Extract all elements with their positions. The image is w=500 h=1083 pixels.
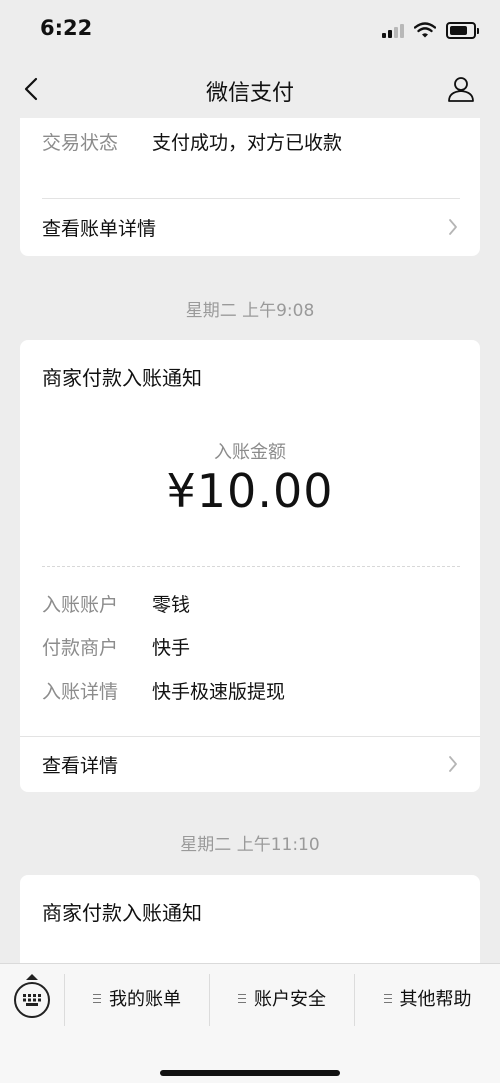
detail-row: 付款商户 快手: [42, 633, 190, 660]
battery-icon: [446, 21, 479, 39]
bottom-menu-bar: 我的账单 账户安全 其他帮助: [0, 963, 500, 1083]
status-time: 6:22: [40, 16, 93, 40]
menu-label: 我的账单: [109, 989, 181, 1010]
person-icon: [448, 77, 474, 102]
menu-other-help[interactable]: 其他帮助: [355, 964, 500, 1032]
signal-icon: [382, 22, 404, 38]
transaction-status-label: 交易状态: [42, 132, 119, 154]
divider: [42, 198, 460, 199]
menu-list-icon: [383, 993, 392, 1003]
menu-my-bills[interactable]: 我的账单: [65, 964, 209, 1032]
status-bar: 6:22: [0, 0, 500, 60]
page-title: 微信支付: [205, 81, 294, 106]
detail-label: 付款商户: [42, 637, 119, 659]
wifi-icon: [414, 22, 436, 38]
menu-account-security[interactable]: 账户安全: [210, 964, 354, 1032]
detail-row: 入账账户 零钱: [42, 590, 190, 617]
menu-label: 其他帮助: [399, 989, 472, 1010]
detail-label: 入账详情: [42, 681, 119, 703]
merchant-payment-notification-card[interactable]: 商家付款入账通知: [20, 875, 480, 963]
keyboard-icon: [23, 994, 41, 1006]
battery-level-fill: [450, 25, 467, 35]
card-title: 商家付款入账通知: [42, 366, 202, 390]
detail-label: 入账账户: [42, 594, 119, 616]
status-icons: [382, 18, 479, 42]
transaction-status-value: 支付成功，对方已收款: [152, 132, 343, 154]
keyboard-toggle-button[interactable]: [14, 982, 50, 1018]
view-bill-details-link[interactable]: 查看账单详情: [42, 204, 458, 250]
merchant-payment-notification-card[interactable]: 商家付款入账通知 入账金额 ¥10.00 入账账户 零钱 付款商户 快手 入账详…: [20, 340, 480, 792]
caret-up-icon: [26, 974, 38, 980]
detail-value: 零钱: [152, 594, 191, 616]
transaction-status-row: 交易状态 支付成功，对方已收款: [42, 128, 342, 155]
view-details-label: 查看详情: [42, 754, 119, 777]
transaction-card: 交易状态 支付成功，对方已收款 查看账单详情: [20, 118, 480, 256]
message-timestamp: 星期二 上午11:10: [180, 835, 320, 855]
home-indicator[interactable]: [160, 1070, 340, 1076]
menu-label: 账户安全: [254, 989, 326, 1010]
dashed-divider: [42, 566, 460, 567]
detail-value: 快手极速版提现: [152, 681, 286, 703]
profile-button[interactable]: [442, 70, 480, 108]
message-timestamp: 星期二 上午9:08: [185, 301, 315, 321]
detail-value: 快手: [152, 637, 191, 659]
menu-list-icon: [238, 993, 246, 1003]
detail-row: 入账详情 快手极速版提现: [42, 677, 285, 704]
card-title: 商家付款入账通知: [42, 901, 202, 925]
menu-list-icon: [93, 993, 101, 1003]
view-bill-details-label: 查看账单详情: [42, 217, 157, 240]
nav-bar: 微信支付: [0, 60, 500, 118]
chevron-right-icon: [449, 219, 457, 235]
amount-label: 入账金额: [214, 442, 286, 463]
message-list[interactable]: 交易状态 支付成功，对方已收款 查看账单详情 星期二 上午9:08 商家付款入账…: [0, 118, 500, 963]
chevron-right-icon: [449, 756, 457, 772]
view-details-link[interactable]: 查看详情: [42, 737, 458, 791]
amount-value: ¥10.00: [166, 464, 334, 518]
